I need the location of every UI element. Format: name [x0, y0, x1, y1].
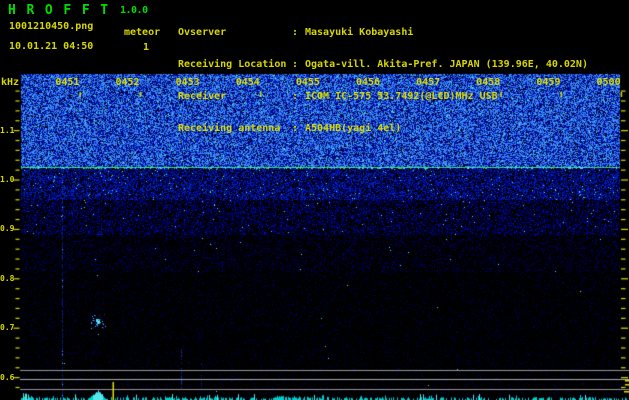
- time-axis-label: 0458: [476, 77, 501, 88]
- time-axis-label: 0456: [356, 77, 381, 88]
- y-axis-unit-label: kHz: [1, 77, 20, 88]
- time-axis-label: 0452: [115, 77, 140, 88]
- time-axis-label: 0500: [596, 77, 621, 88]
- time-axis-label: 0457: [416, 77, 441, 88]
- info-value: Masayuki Kobayashi: [305, 27, 414, 39]
- info-label: Ovserver: [178, 27, 227, 39]
- time-axis-label: 0451: [55, 77, 80, 88]
- info-colon: :: [292, 27, 299, 39]
- mode-label: meteor: [124, 27, 161, 38]
- frequency-axis-label: 0.9: [0, 224, 15, 234]
- frequency-axis-label: 0.6: [0, 372, 15, 382]
- station-info-row: Receiving antenna: A504HB(yagi 4el): [178, 122, 588, 135]
- frequency-axis-label: 0.8: [0, 273, 15, 283]
- app-version: 1.0.0: [120, 5, 148, 16]
- info-value: Ogata-vill. Akita-Pref. JAPAN (139.96E, …: [305, 58, 588, 70]
- frequency-axis-label: 1.0: [0, 174, 15, 184]
- frequency-axis-label: 0.7: [0, 323, 15, 333]
- time-axis-label: 0455: [295, 77, 320, 88]
- info-colon: :: [292, 90, 299, 102]
- station-info-row: Ovserver: Masayuki Kobayashi: [178, 28, 588, 39]
- station-info-row: Receiving Location: Ogata-vill. Akita-Pre…: [178, 58, 588, 71]
- info-label: Receiving antenna: [178, 122, 281, 134]
- observation-datetime: 10.01.21 04:50: [9, 41, 94, 52]
- app-title: H R O F F T: [8, 3, 110, 18]
- time-axis-label: 0454: [235, 77, 260, 88]
- output-filename: 1001210450.png: [9, 21, 94, 32]
- frequency-axis-label: 1.1: [0, 125, 15, 135]
- station-info-row: Receiver: ICOM IC-575 53.7492(@LCD)MHz US…: [178, 90, 588, 103]
- time-axis-label: 0459: [536, 77, 561, 88]
- info-colon: :: [292, 122, 299, 134]
- info-label: Receiving Location: [178, 58, 287, 70]
- info-value: ICOM IC-575 53.7492(@LCD)MHz USB: [305, 90, 498, 102]
- time-axis-label: 0453: [175, 77, 200, 88]
- info-label: Receiver: [178, 90, 227, 102]
- info-colon: :: [292, 58, 299, 70]
- meteor-count: 1: [143, 42, 150, 53]
- info-value: A504HB(yagi 4el): [305, 122, 402, 134]
- hrofft-screen: H R O F F T 1.0.0 1001210450.png meteor …: [0, 0, 629, 400]
